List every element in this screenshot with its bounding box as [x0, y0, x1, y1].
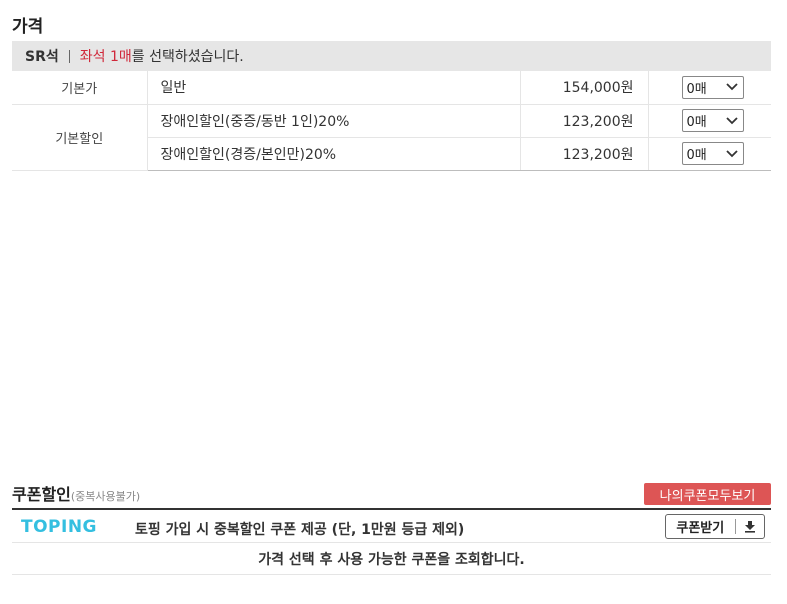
quantity-value: 0매: [686, 148, 707, 163]
quantity-select[interactable]: 0매: [681, 75, 744, 99]
quantity-select[interactable]: 0매: [681, 109, 744, 132]
seat-suffix: 를 선택하셨습니다.: [131, 49, 244, 65]
price-category: 기본가: [12, 71, 148, 105]
coupon-message: 가격 선택 후 사용 가능한 쿠폰을 조회합니다.: [12, 543, 771, 575]
toping-coupon-text: 토핑 가입 시 중복할인 쿠폰 제공 (단, 1만원 등급 제외): [135, 522, 465, 538]
price-amount: 154,000원: [519, 71, 649, 105]
seat-grade: SR석: [25, 49, 59, 65]
price-name: 일반: [147, 71, 520, 105]
get-coupon-label: 쿠폰받기: [676, 521, 725, 536]
price-name: 장애인할인(경증/본인만)20%: [147, 137, 520, 171]
quantity-value: 0매: [686, 115, 707, 130]
table-row: 기본가 일반 154,000원 0매: [12, 71, 771, 105]
price-amount: 123,200원: [519, 137, 649, 171]
price-name: 장애인할인(중증/동반 1인)20%: [147, 104, 520, 138]
chevron-down-icon: [725, 116, 738, 124]
price-table: 기본가 일반 154,000원 0매 기본할인 장애인할인(중증/동반 1인)2…: [12, 71, 771, 171]
seat-count: 좌석 1매: [79, 49, 132, 65]
toping-logo: TOPING: [21, 517, 98, 537]
coupon-note: (중복사용불가): [70, 490, 141, 503]
quantity-select[interactable]: 0매: [681, 142, 744, 165]
download-icon: [736, 520, 764, 533]
price-section-title: 가격: [12, 17, 44, 37]
seat-selection-bar: SR석 좌석 1매 를 선택하셨습니다.: [12, 41, 771, 71]
coupon-title-text: 쿠폰할인: [12, 485, 71, 504]
seat-divider: [68, 49, 70, 63]
get-coupon-button[interactable]: 쿠폰받기: [665, 514, 765, 539]
price-amount: 123,200원: [519, 104, 649, 138]
chevron-down-icon: [725, 83, 738, 91]
chevron-down-icon: [725, 149, 738, 157]
coupon-section-title: 쿠폰할인(중복사용불가): [12, 481, 140, 505]
toping-coupon-row: TOPING 토핑 가입 시 중복할인 쿠폰 제공 (단, 1만원 등급 제외)…: [12, 510, 771, 543]
table-row: 기본할인 장애인할인(중증/동반 1인)20% 123,200원 0매: [12, 104, 771, 171]
quantity-value: 0매: [686, 81, 707, 97]
view-my-coupons-button[interactable]: 나의쿠폰모두보기: [644, 483, 771, 505]
price-category: 기본할인: [12, 104, 148, 171]
